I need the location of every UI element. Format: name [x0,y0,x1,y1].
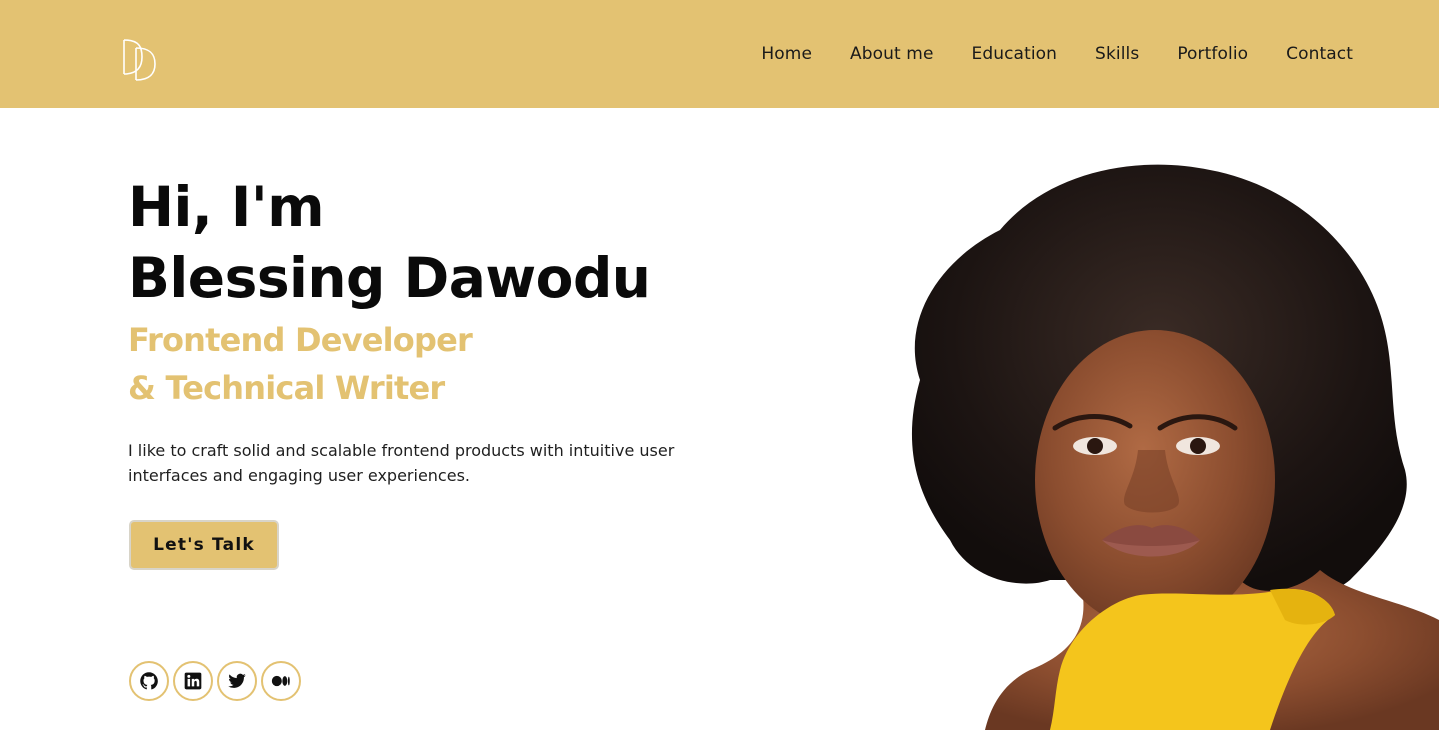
nav-portfolio[interactable]: Portfolio [1177,44,1248,64]
medium-link[interactable] [261,661,301,701]
hero-description: I like to craft solid and scalable front… [128,441,675,485]
role-writer: & Technical Writer [128,369,445,407]
profile-photo [880,150,1439,730]
main-nav: Home About me Education Skills Portfolio… [761,0,1353,108]
site-header: Home About me Education Skills Portfolio… [0,0,1439,108]
social-links [129,661,301,701]
logo[interactable] [120,34,160,82]
greeting: Hi, I'm [128,175,325,239]
hero-intro: Hi, I'm Blessing Dawodu Frontend Develop… [128,172,728,488]
github-link[interactable] [129,661,169,701]
nav-skills[interactable]: Skills [1095,44,1139,64]
nav-about[interactable]: About me [850,44,933,64]
github-icon [140,672,158,690]
role-frontend: Frontend Developer [128,321,473,359]
medium-icon [271,675,290,687]
portrait-illustration [911,164,1439,730]
twitter-link[interactable] [217,661,257,701]
nav-education[interactable]: Education [972,44,1058,64]
nav-home[interactable]: Home [761,44,812,64]
logo-icon [123,39,156,81]
hero-name: Blessing Dawodu [128,246,651,310]
linkedin-icon [184,672,202,690]
nav-contact[interactable]: Contact [1286,44,1353,64]
twitter-icon [228,673,246,688]
linkedin-link[interactable] [173,661,213,701]
lets-talk-button[interactable]: Let's Talk [129,520,279,570]
